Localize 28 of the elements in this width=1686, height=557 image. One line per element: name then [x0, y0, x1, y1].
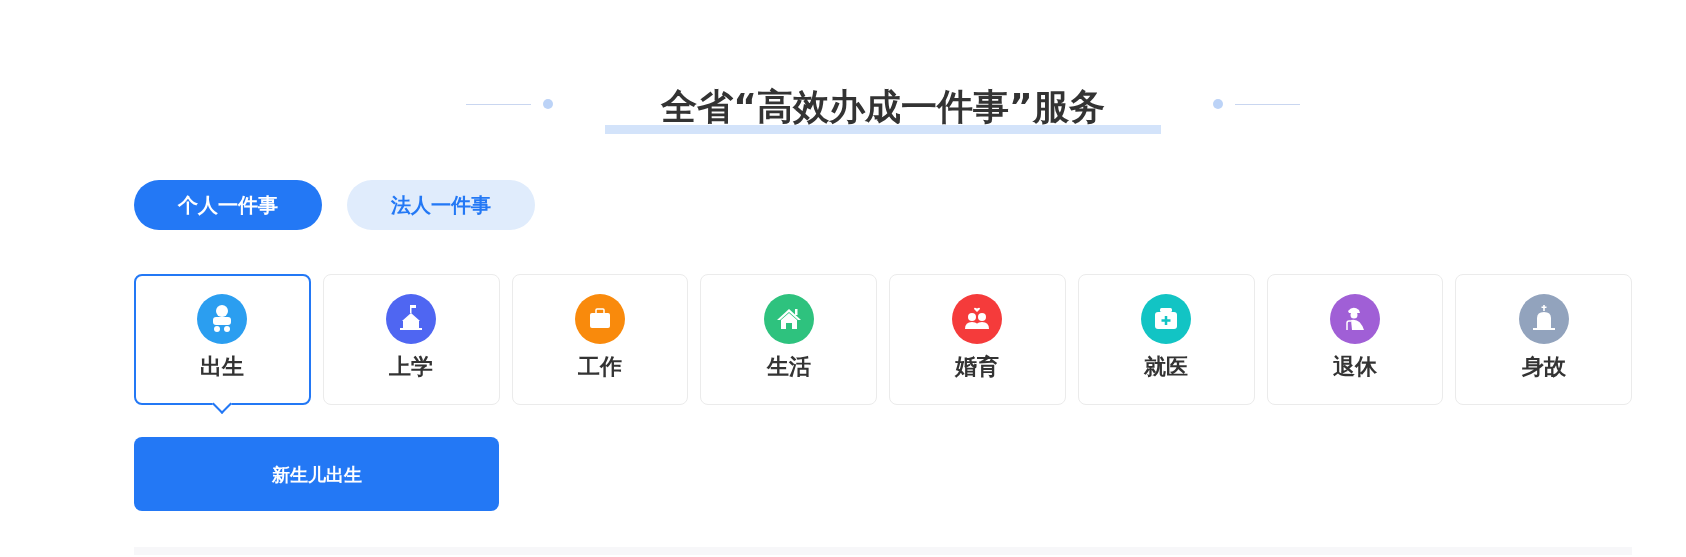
service-button[interactable]: 新生儿出生	[134, 437, 499, 511]
school-icon	[400, 305, 423, 330]
tombstone-icon	[1532, 305, 1555, 330]
category-card[interactable]: 上学	[322, 274, 500, 405]
category-card[interactable]: 生活	[700, 274, 877, 405]
category-card[interactable]: 出生	[134, 274, 311, 405]
divider-line	[1234, 103, 1300, 105]
category-label: 生活	[766, 356, 811, 378]
divider-line	[466, 103, 532, 105]
baby-icon	[213, 305, 232, 332]
category-card[interactable]: 退休	[1266, 274, 1444, 405]
category-label: 身故	[1521, 356, 1566, 378]
elderly-person-icon	[1346, 307, 1364, 331]
medical-kit-icon	[1155, 308, 1178, 329]
category-label: 就医	[1144, 356, 1189, 378]
category-card[interactable]: 身故	[1455, 274, 1632, 405]
section-title: 全省“高效办成一件事”服务	[661, 88, 1105, 125]
category-card[interactable]: 就医	[1077, 274, 1255, 405]
category-card[interactable]: 工作	[511, 274, 689, 405]
couple-icon	[965, 307, 990, 329]
category-label: 退休	[1332, 356, 1377, 378]
category-label: 工作	[577, 356, 622, 378]
category-card[interactable]: 婚育	[889, 274, 1066, 405]
category-label: 婚育	[955, 356, 1000, 378]
tab[interactable]: 个人一件事	[134, 180, 322, 230]
house-icon	[776, 309, 801, 329]
category-label: 出生	[200, 356, 245, 378]
category-label: 上学	[389, 356, 434, 378]
